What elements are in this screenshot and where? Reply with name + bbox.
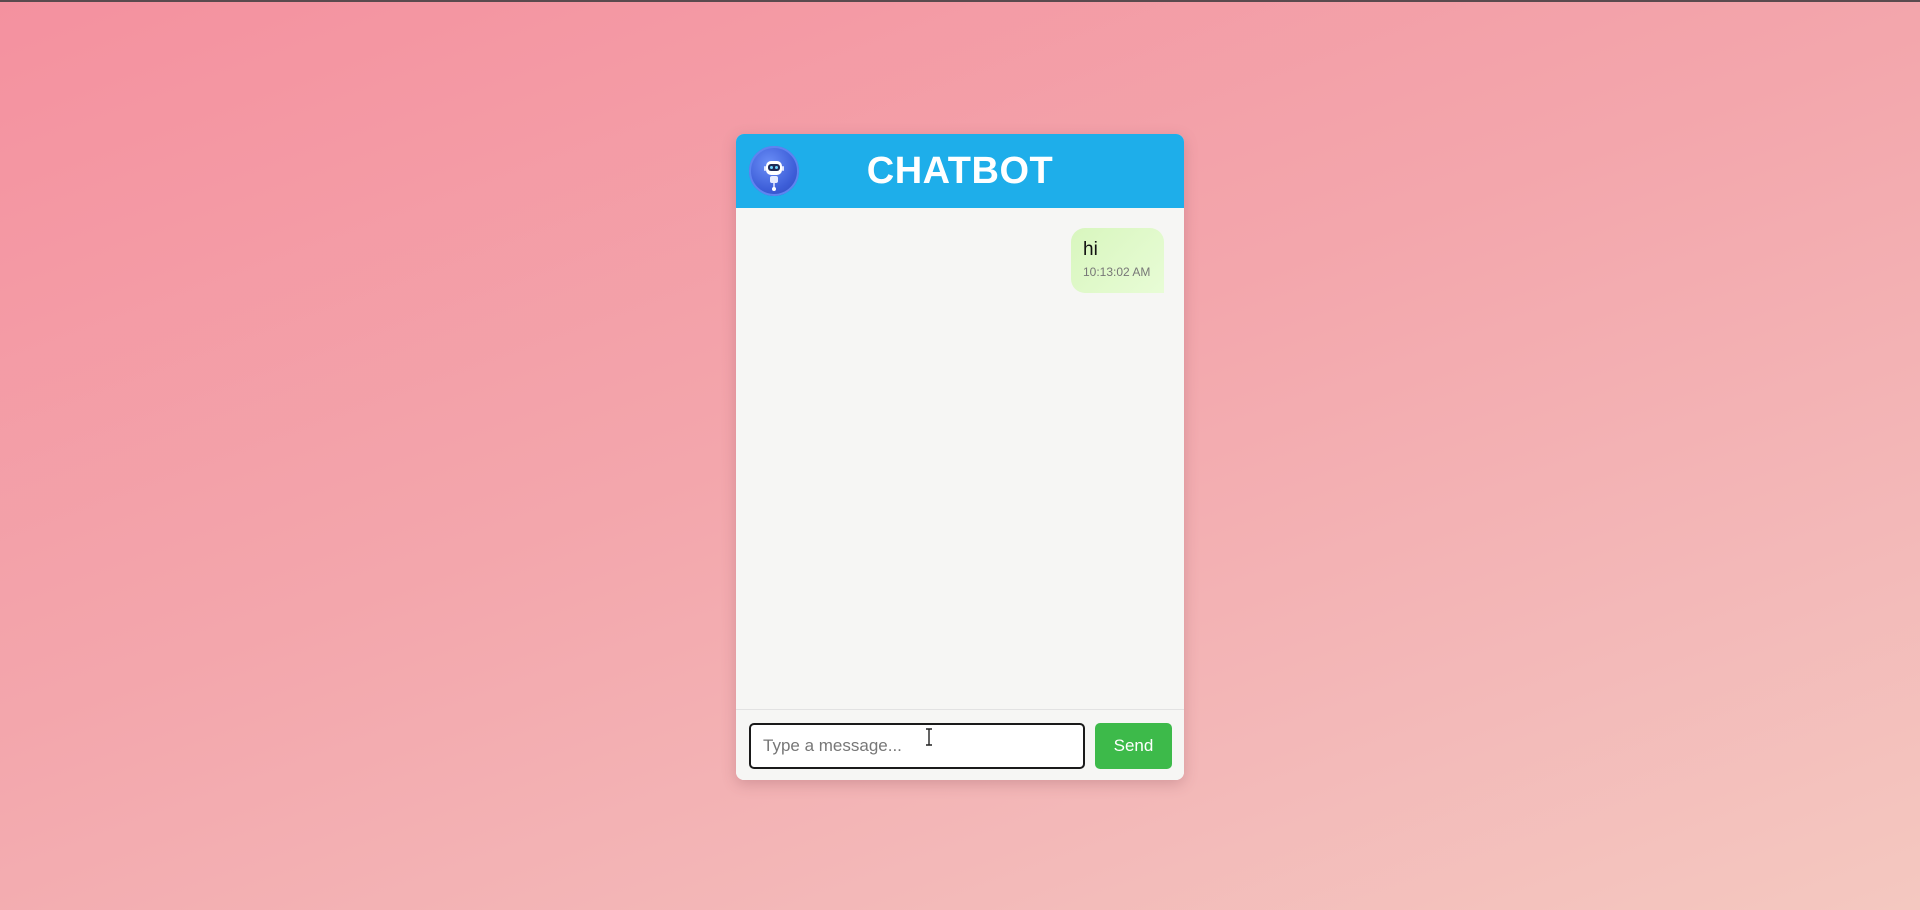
message-timestamp: 10:13:02 AM [1083, 265, 1151, 279]
chat-title: CHATBOT [866, 150, 1054, 192]
message-input[interactable] [749, 723, 1085, 769]
send-button[interactable]: Send [1095, 723, 1172, 769]
user-message: hi 10:13:02 AM [1071, 228, 1164, 293]
top-edge [0, 0, 1920, 2]
composer: Send [736, 709, 1184, 780]
robot-icon [749, 146, 799, 196]
message-list: hi 10:13:02 AM [736, 208, 1184, 634]
chat-window: CHATBOT hi 10:13:02 AM Send [736, 134, 1184, 780]
message-text: hi [1083, 239, 1098, 260]
chat-header: CHATBOT [736, 134, 1184, 208]
text-cursor-icon [926, 728, 932, 746]
